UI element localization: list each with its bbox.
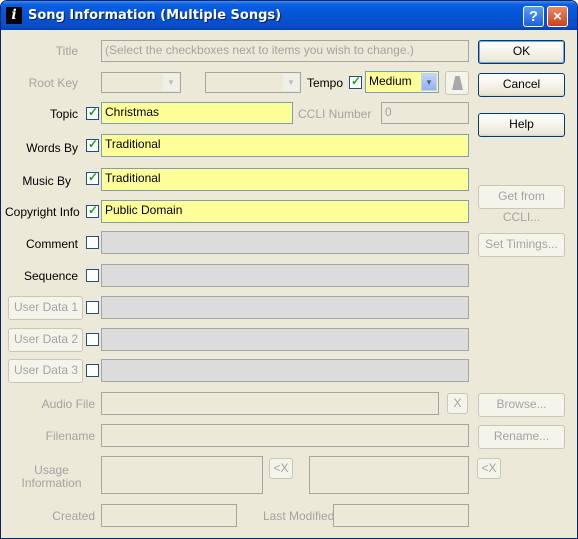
words-by-label: Words By bbox=[26, 141, 78, 155]
words-by-checkbox[interactable] bbox=[86, 137, 99, 152]
rename-button[interactable]: Rename... bbox=[478, 425, 565, 449]
copyright-info-label: Copyright Info bbox=[5, 205, 80, 219]
usage-information-field-2[interactable] bbox=[309, 456, 469, 494]
created-label: Created bbox=[52, 509, 95, 523]
metronome-icon bbox=[452, 76, 463, 90]
user-data-1-field[interactable] bbox=[101, 296, 469, 319]
usage-clear-button-2[interactable]: <X bbox=[477, 458, 501, 479]
ccli-number-field[interactable]: 0 bbox=[381, 102, 469, 124]
tempo-value: Medium bbox=[369, 74, 412, 88]
music-by-checkbox[interactable] bbox=[86, 170, 99, 185]
title-help-button[interactable]: ? bbox=[523, 6, 544, 27]
filename-field[interactable] bbox=[101, 424, 469, 447]
usage-information-label: Usage Information bbox=[11, 464, 92, 490]
audio-file-label: Audio File bbox=[41, 397, 95, 411]
user-data-1-checkbox[interactable] bbox=[86, 301, 99, 314]
sequence-checkbox[interactable] bbox=[86, 269, 99, 282]
topic-field[interactable]: Christmas bbox=[101, 102, 293, 124]
cancel-button[interactable]: Cancel bbox=[478, 73, 565, 97]
ccli-number-label: CCLI Number bbox=[298, 107, 372, 121]
title-bar[interactable]: i Song Information (Multiple Songs) ? × bbox=[1, 1, 577, 30]
comment-field[interactable] bbox=[101, 231, 469, 254]
chevron-down-icon[interactable]: ▼ bbox=[163, 74, 179, 91]
copyright-info-field[interactable]: Public Domain bbox=[101, 200, 469, 223]
sequence-field[interactable] bbox=[101, 264, 469, 287]
usage-clear-button-1[interactable]: <X bbox=[269, 458, 293, 479]
user-data-1-button[interactable]: User Data 1 bbox=[8, 296, 83, 320]
last-modified-field[interactable] bbox=[333, 504, 469, 527]
title-field[interactable]: (Select the checkboxes next to items you… bbox=[101, 40, 469, 62]
info-icon: i bbox=[6, 7, 22, 24]
root-key-select-2[interactable]: ▼ bbox=[205, 72, 301, 93]
song-information-dialog: i Song Information (Multiple Songs) ? × … bbox=[0, 0, 578, 539]
metronome-button[interactable] bbox=[445, 71, 469, 95]
topic-label: Topic bbox=[49, 107, 78, 121]
get-from-ccli-button[interactable]: Get from CCLI... bbox=[478, 185, 565, 224]
user-data-2-field[interactable] bbox=[101, 328, 469, 351]
ok-button[interactable]: OK bbox=[478, 40, 565, 64]
audio-file-clear-button[interactable]: X bbox=[447, 393, 468, 414]
comment-checkbox[interactable] bbox=[86, 236, 99, 249]
tempo-label: Tempo bbox=[307, 76, 344, 90]
music-by-field[interactable]: Traditional bbox=[101, 168, 469, 191]
comment-label: Comment bbox=[25, 237, 78, 251]
title-label: Title bbox=[55, 44, 78, 58]
chevron-down-icon[interactable]: ▼ bbox=[421, 73, 437, 91]
words-by-field[interactable]: Traditional bbox=[101, 134, 469, 157]
audio-file-field[interactable] bbox=[101, 392, 439, 415]
topic-checkbox[interactable] bbox=[86, 105, 99, 120]
music-by-label: Music By bbox=[22, 174, 71, 188]
copyright-info-checkbox[interactable] bbox=[86, 203, 99, 218]
user-data-2-button[interactable]: User Data 2 bbox=[8, 328, 83, 352]
usage-label-line-2: Information bbox=[21, 476, 82, 490]
created-field[interactable] bbox=[101, 504, 237, 527]
user-data-3-checkbox[interactable] bbox=[86, 364, 99, 377]
chevron-down-icon[interactable]: ▼ bbox=[283, 74, 299, 91]
last-modified-label: Last Modified bbox=[263, 509, 335, 523]
tempo-checkbox[interactable] bbox=[349, 74, 362, 89]
browse-button[interactable]: Browse... bbox=[478, 393, 565, 417]
user-data-3-field[interactable] bbox=[101, 359, 469, 382]
window-title: Song Information (Multiple Songs) bbox=[28, 8, 282, 23]
user-data-3-button[interactable]: User Data 3 bbox=[8, 359, 83, 383]
tempo-select[interactable]: Medium ▼ bbox=[365, 71, 439, 93]
root-key-select[interactable]: ▼ bbox=[101, 72, 181, 93]
close-button[interactable]: × bbox=[547, 6, 568, 27]
root-key-label: Root Key bbox=[28, 76, 78, 90]
user-data-2-checkbox[interactable] bbox=[86, 333, 99, 346]
sequence-label: Sequence bbox=[23, 269, 78, 283]
set-timings-button[interactable]: Set Timings... bbox=[478, 233, 565, 257]
filename-label: Filename bbox=[45, 429, 95, 443]
usage-information-field-1[interactable] bbox=[101, 456, 263, 494]
help-button[interactable]: Help bbox=[478, 113, 565, 137]
